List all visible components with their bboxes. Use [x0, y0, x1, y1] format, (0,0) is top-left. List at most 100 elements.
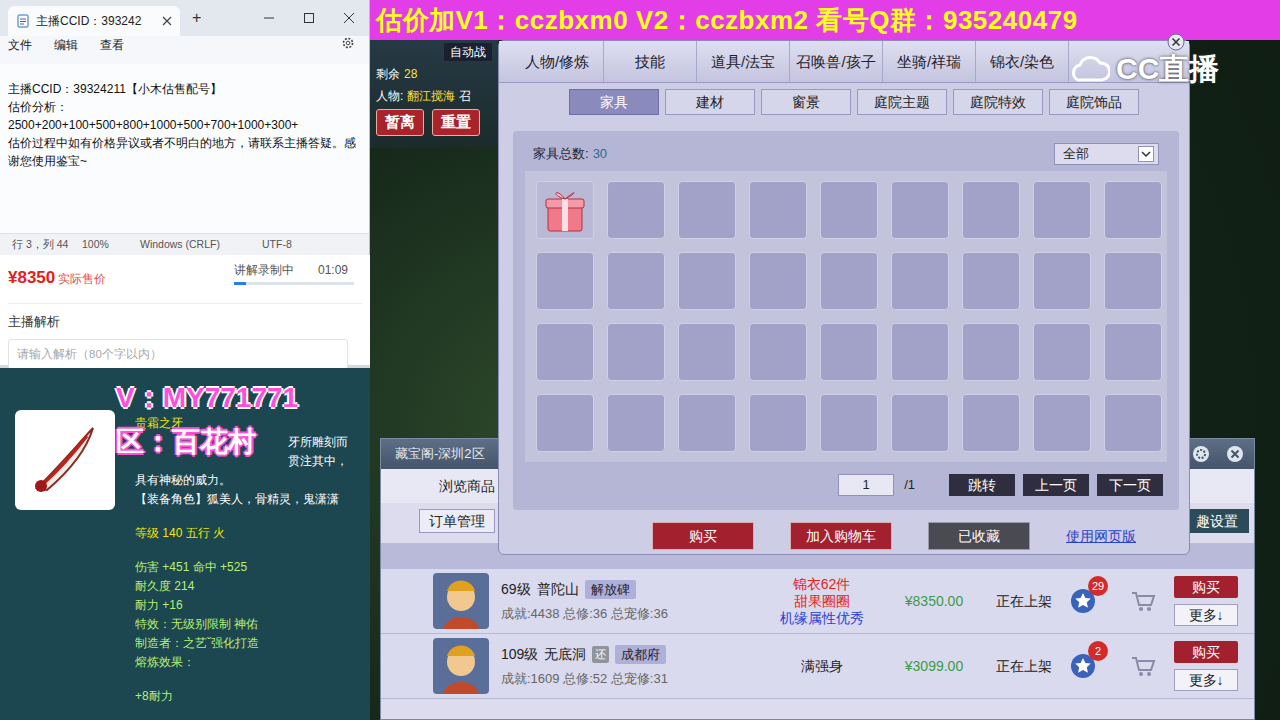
web-version-link[interactable]: 使用网页版 — [1066, 523, 1136, 549]
item-slot[interactable] — [1104, 181, 1162, 239]
category-tab[interactable]: 人物/修炼 — [511, 41, 604, 82]
item-slot[interactable] — [820, 323, 878, 381]
home-tab[interactable]: 庭院主题 — [857, 89, 947, 115]
game-scene: 估价加V1：cczbxm0 V2：cczbxm2 看号Q群：935240479 … — [370, 0, 1280, 720]
more-button[interactable]: 更多↓ — [1174, 669, 1238, 691]
item-slot[interactable] — [1104, 323, 1162, 381]
new-tab-button[interactable]: + — [192, 6, 201, 36]
close-icon[interactable] — [1226, 445, 1244, 463]
item-slot[interactable] — [1033, 394, 1091, 452]
item-slot[interactable] — [820, 181, 878, 239]
document-tab[interactable]: 主播CCID：393242 — [8, 6, 180, 36]
buy-button[interactable]: 购买 — [1174, 641, 1238, 663]
item-slot[interactable] — [749, 181, 807, 239]
minimize-icon[interactable] — [263, 12, 275, 24]
item-slot[interactable] — [1033, 323, 1091, 381]
pager-button[interactable]: 下一页 — [1097, 474, 1163, 496]
category-tab[interactable]: 坐骑/祥瑞 — [883, 41, 976, 82]
gift-box-icon — [540, 185, 590, 235]
menu-item[interactable]: 编辑 — [54, 36, 78, 64]
page-input[interactable]: 1 — [838, 474, 894, 496]
home-tab[interactable]: 窗景 — [761, 89, 851, 115]
item-slot[interactable] — [962, 394, 1020, 452]
item-slot[interactable] — [891, 323, 949, 381]
item-slot[interactable] — [678, 252, 736, 310]
category-tab[interactable]: 锦衣/染色 — [976, 41, 1069, 82]
maximize-icon[interactable] — [303, 12, 315, 24]
menu-item[interactable]: 文件 — [8, 36, 32, 64]
text-editor[interactable]: 主播CCID：39324211【小木估售配号】估价分析：2500+200+100… — [0, 64, 369, 233]
item-slot[interactable] — [607, 394, 665, 452]
settings-button[interactable]: 趣设置 — [1184, 509, 1249, 533]
item-slot[interactable] — [536, 323, 594, 381]
listing-row[interactable]: 69级普陀山解放碑成就:4438 总修:36 总宠修:36锦衣62件甜果圈圈机缘… — [381, 569, 1254, 634]
item-slot[interactable] — [607, 323, 665, 381]
item-grid — [525, 171, 1167, 462]
home-tab[interactable]: 庭院饰品 — [1049, 89, 1139, 115]
listing-tag: 成都府 — [615, 645, 666, 665]
buy-button[interactable]: 购买 — [1174, 576, 1238, 598]
orders-button[interactable]: 订单管理 — [419, 509, 495, 533]
action-button[interactable]: 购买 — [652, 522, 754, 550]
watermark-text: V：MY771771 — [116, 382, 298, 414]
close-tab-icon[interactable] — [162, 16, 172, 26]
item-slot[interactable] — [891, 181, 949, 239]
gear-icon[interactable] — [341, 36, 355, 50]
home-tab[interactable]: 建材 — [665, 89, 755, 115]
category-tab[interactable]: 道具/法宝 — [697, 41, 790, 82]
more-button[interactable]: 更多↓ — [1174, 604, 1238, 626]
item-slot[interactable] — [962, 323, 1020, 381]
category-tab[interactable]: 技能 — [604, 41, 697, 82]
gear-icon[interactable] — [1192, 445, 1210, 463]
item-slot[interactable] — [891, 252, 949, 310]
highlight-line: 机缘属性优秀 — [759, 610, 884, 627]
item-slot[interactable] — [749, 252, 807, 310]
item-slot[interactable] — [536, 252, 594, 310]
item-slot[interactable] — [1104, 252, 1162, 310]
pager-button[interactable]: 上一页 — [1023, 474, 1089, 496]
cart-icon[interactable] — [1130, 588, 1156, 614]
hud-button[interactable]: 暂离 — [376, 109, 424, 136]
home-tab[interactable]: 庭院特效 — [953, 89, 1043, 115]
category-tab[interactable]: 召唤兽/孩子 — [790, 41, 883, 82]
item-slot[interactable] — [962, 181, 1020, 239]
item-slot[interactable] — [607, 181, 665, 239]
action-button[interactable]: 加入购物车 — [790, 522, 892, 550]
favorite-button[interactable]: 29 — [1070, 588, 1096, 614]
listing-price: ¥8350.00 — [884, 591, 984, 612]
item-slot[interactable] — [678, 323, 736, 381]
close-icon[interactable] — [343, 12, 355, 24]
browse-tab[interactable]: 浏览商品 — [439, 476, 495, 497]
item-slot[interactable] — [820, 394, 878, 452]
status-item: 100% — [82, 237, 140, 253]
item-slot[interactable] — [891, 394, 949, 452]
item-slot[interactable] — [678, 394, 736, 452]
listing-row[interactable]: 109级无底洞还成都府成就:1609 总修:52 总宠修:31满强身¥3099.… — [381, 634, 1254, 699]
item-slot[interactable] — [820, 252, 878, 310]
item-slot[interactable] — [607, 252, 665, 310]
hud-button[interactable]: 重置 — [432, 109, 480, 136]
dagger-icon — [23, 418, 107, 502]
listing-info: 109级无底洞还成都府成就:1609 总修:52 总宠修:31 — [489, 644, 759, 689]
item-slot[interactable] — [1033, 252, 1091, 310]
pager-button[interactable]: 跳转 — [949, 474, 1015, 496]
auto-battle-label[interactable]: 自动战 — [444, 43, 492, 61]
item-slot[interactable] — [1033, 181, 1091, 239]
analysis-input[interactable] — [8, 339, 348, 369]
action-button[interactable]: 已收藏 — [928, 522, 1030, 550]
item-slot[interactable] — [678, 181, 736, 239]
item-slot[interactable] — [1104, 394, 1162, 452]
pager: 1 /1 跳转上一页下一页 — [525, 474, 1167, 496]
item-slot[interactable] — [749, 394, 807, 452]
item-slot[interactable] — [536, 394, 594, 452]
menu-item[interactable]: 查看 — [100, 36, 124, 64]
filter-dropdown[interactable]: 全部 — [1054, 143, 1159, 165]
stat-line: 等级 140 五行 火 — [135, 524, 360, 543]
item-slot[interactable] — [749, 323, 807, 381]
item-slot[interactable] — [962, 252, 1020, 310]
favorite-button[interactable]: 2 — [1070, 653, 1096, 679]
cart-icon[interactable] — [1130, 653, 1156, 679]
home-tab[interactable]: 家具 — [569, 89, 659, 115]
item-slot[interactable] — [536, 181, 594, 239]
close-icon[interactable] — [1167, 33, 1185, 51]
